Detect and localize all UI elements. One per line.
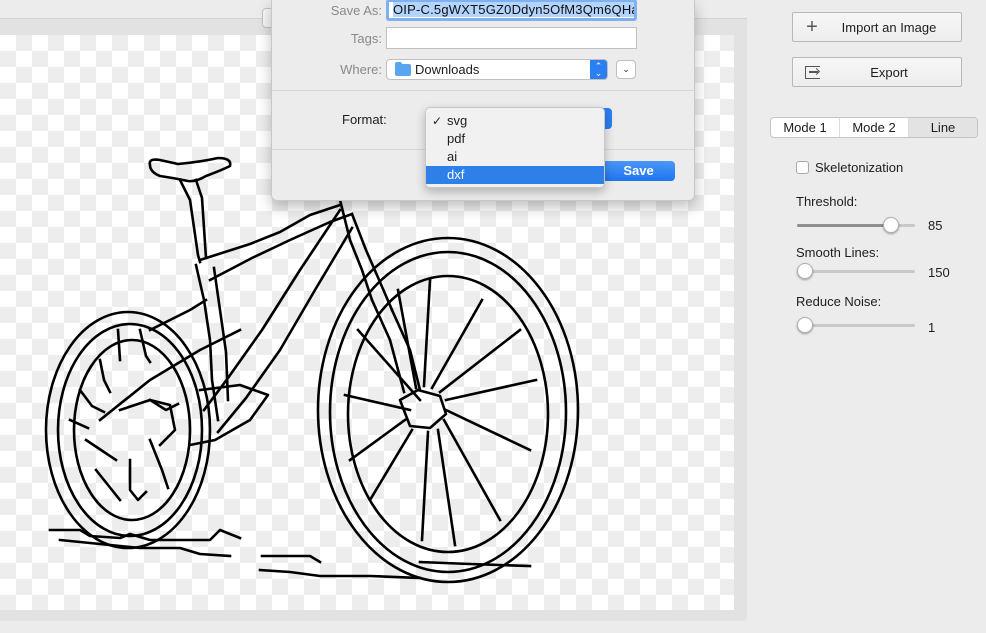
format-option-dxf[interactable]: dxf: [426, 166, 604, 184]
mode-segmented-control: Mode 1 Mode 2 Line: [770, 117, 978, 138]
tags-label: Tags:: [350, 31, 382, 46]
divider: [272, 90, 694, 91]
slider-track: [797, 324, 915, 327]
slider-thumb[interactable]: [797, 263, 813, 279]
checkmark-icon: ✓: [432, 114, 443, 128]
format-option-pdf[interactable]: pdf: [426, 130, 604, 148]
seat-post: [178, 178, 202, 264]
save-button[interactable]: Save: [602, 161, 675, 181]
where-value: Downloads: [415, 62, 480, 77]
save-as-input[interactable]: OIP-C.5gWXT5GZ0Ddyn5OfM3Qm6QHa: [386, 0, 637, 21]
saddle: [148, 156, 232, 183]
tab-mode-2[interactable]: Mode 2: [840, 118, 909, 137]
format-dropdown-menu: ✓ svg pdf ai dxf: [425, 107, 605, 188]
skeletonization-label: Skeletonization: [815, 160, 904, 175]
slider-thumb[interactable]: [882, 217, 899, 233]
smooth-lines-value: 150: [928, 265, 950, 280]
plus-icon: +: [806, 16, 818, 38]
slider-thumb[interactable]: [797, 317, 813, 333]
import-image-label: Import an Image: [841, 19, 937, 35]
threshold-slider[interactable]: [797, 216, 915, 234]
option-label: pdf: [447, 131, 466, 146]
where-popup[interactable]: Downloads ⌃ ⌄: [386, 59, 608, 80]
export-label: Export: [870, 64, 908, 80]
import-image-button[interactable]: + Import an Image: [792, 12, 962, 42]
expand-dialog-button[interactable]: ⌄: [616, 60, 636, 79]
option-label: ai: [447, 149, 458, 164]
reduce-noise-label: Reduce Noise:: [796, 294, 882, 309]
up-down-chevron-icon: ⌃ ⌄: [590, 60, 607, 79]
reduce-noise-value: 1: [928, 320, 936, 335]
tab-mode-1[interactable]: Mode 1: [771, 118, 840, 137]
threshold-value: 85: [928, 218, 943, 233]
threshold-label: Threshold:: [796, 194, 858, 209]
option-label: dxf: [447, 167, 465, 182]
chevron-down-icon: ⌄: [622, 64, 630, 74]
format-option-svg[interactable]: ✓ svg: [426, 112, 604, 130]
smooth-lines-label: Smooth Lines:: [796, 245, 880, 260]
rear-wheel-outer: [44, 310, 212, 550]
tab-line[interactable]: Line: [909, 118, 977, 137]
folder-icon: [395, 61, 411, 76]
export-icon: [805, 65, 820, 79]
top-tube: [198, 203, 342, 262]
save-as-label: Save As:: [330, 3, 382, 18]
front-fork: [370, 298, 406, 394]
tags-input[interactable]: [386, 27, 637, 49]
skeletonization-option[interactable]: Skeletonization: [796, 160, 903, 175]
option-label: svg: [447, 113, 468, 128]
format-label: Format:: [342, 112, 387, 127]
save-as-value: OIP-C.5gWXT5GZ0Ddyn5OfM3Qm6QHa: [393, 2, 637, 17]
where-label: Where:: [340, 62, 382, 77]
slider-track: [797, 270, 915, 273]
controls-panel: + Import an Image Export Mode 1 Mode 2 L…: [760, 0, 986, 633]
format-option-ai[interactable]: ai: [426, 148, 604, 166]
slider-fill: [797, 224, 891, 227]
smooth-lines-slider[interactable]: [797, 262, 915, 280]
export-button[interactable]: Export: [792, 57, 962, 87]
reduce-noise-slider[interactable]: [797, 316, 915, 334]
skeletonization-checkbox[interactable]: [796, 161, 809, 174]
chain-stay: [148, 298, 208, 332]
